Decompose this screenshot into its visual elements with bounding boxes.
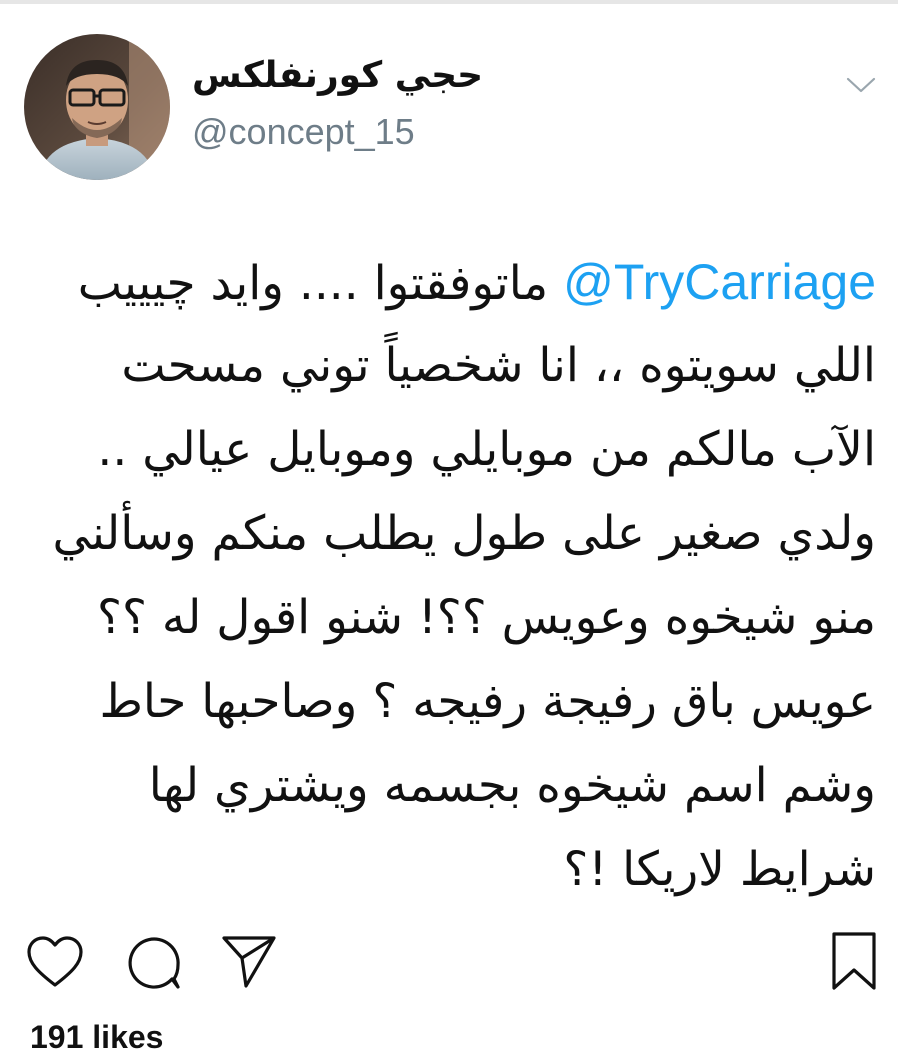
tweet-line: شرايط لاريكا !؟ <box>563 842 876 897</box>
user-handle[interactable]: @concept_15 <box>192 110 415 154</box>
display-name[interactable]: حجي كورنفلكس <box>192 54 483 98</box>
bookmark-icon[interactable] <box>830 930 878 992</box>
avatar[interactable] <box>24 34 170 180</box>
tweet-line: منو شيخوه وعويس ؟؟! شنو اقول له ؟؟ <box>97 590 876 645</box>
avatar-photo <box>24 34 170 180</box>
tweet-text: @TryCarriage ماتوفقتوا .... وايد چيييب ا… <box>30 240 876 912</box>
share-icon[interactable] <box>220 932 278 990</box>
tweet-line: ولدي صغير على طول يطلب منكم وسألني <box>52 506 876 561</box>
comment-icon[interactable] <box>126 935 182 991</box>
top-divider <box>0 0 898 4</box>
tweet-line: اللي سويتوه ،، انا شخصياً توني مسحت <box>121 338 876 393</box>
tweet-line: وشم اسم شيخوه بجسمه ويشتري لها <box>148 758 876 813</box>
tweet-line: @TryCarriage ماتوفقتوا .... وايد چيييب <box>30 240 876 324</box>
mention-link[interactable]: @TryCarriage <box>563 254 876 310</box>
heart-icon[interactable] <box>26 935 84 989</box>
tweet-line: الآب مالكم من موبايلي وموبايل عيالي .. <box>97 422 876 477</box>
likes-count[interactable]: 191 likes <box>30 1018 163 1056</box>
chevron-down-icon[interactable] <box>846 72 876 96</box>
tweet-line: عويس باق رفيجة رفيجه ؟ وصاحبها حاط <box>99 674 876 729</box>
tweet-line-text: ماتوفقتوا .... وايد چيييب <box>77 256 564 311</box>
